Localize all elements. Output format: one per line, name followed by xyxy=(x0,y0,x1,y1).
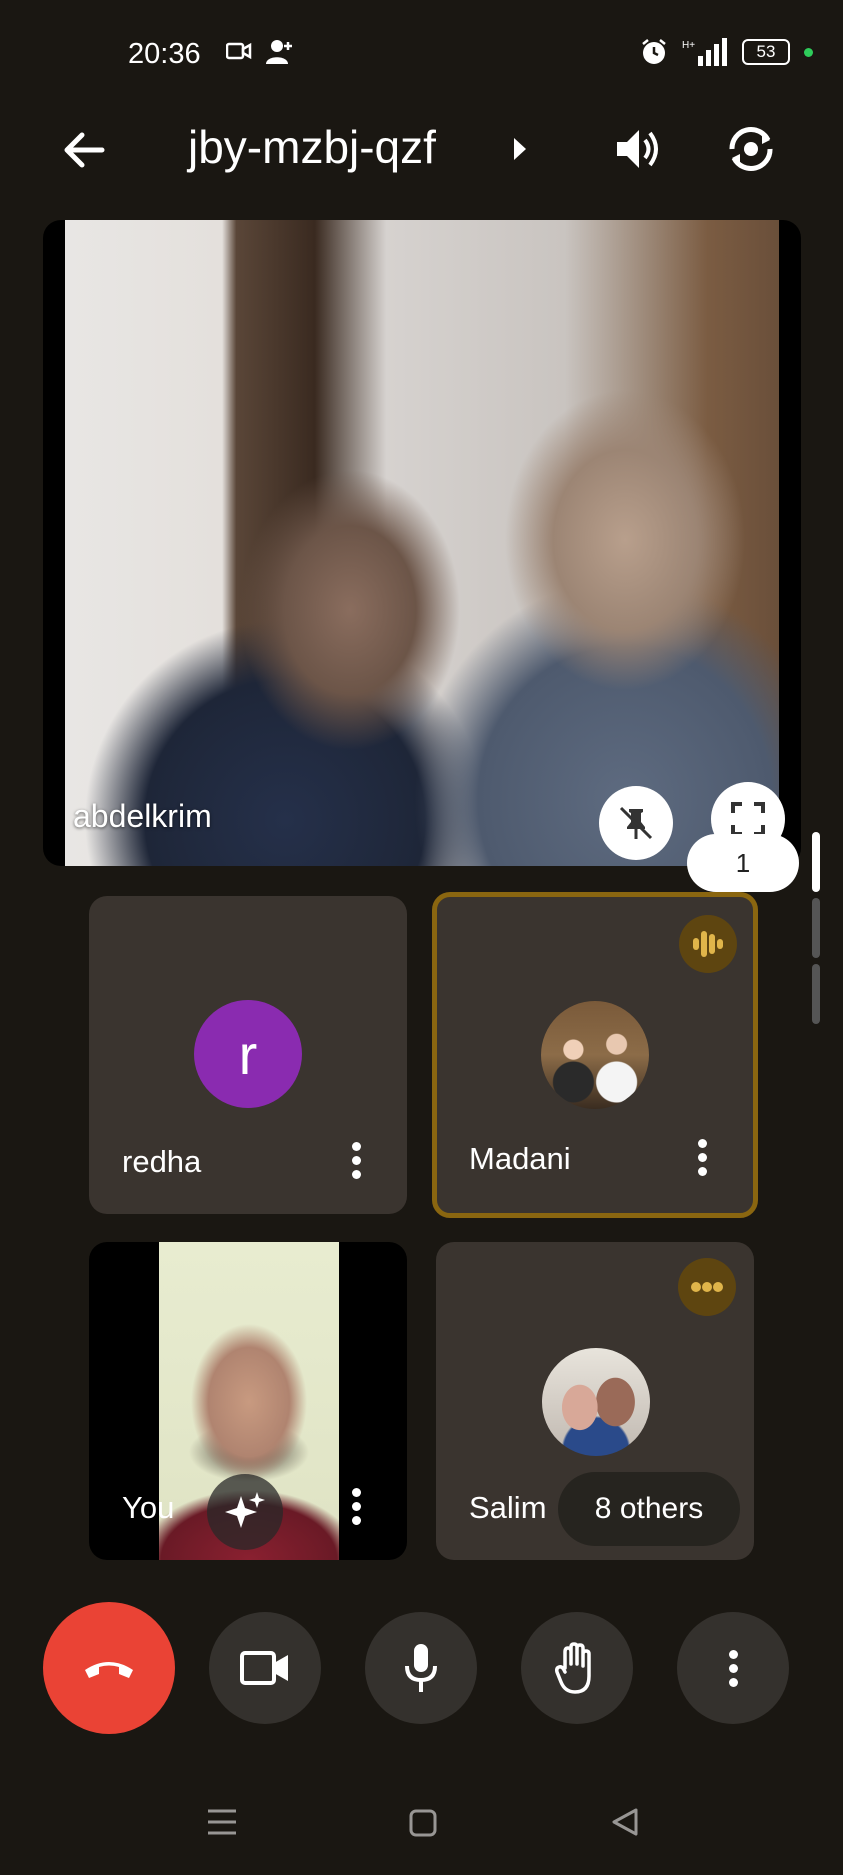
participant-tile-salim[interactable]: Salim 8 others xyxy=(436,1242,754,1560)
sparkle-icon xyxy=(225,1492,265,1528)
participant-tile-madani[interactable]: Madani xyxy=(432,892,758,1218)
participant-name: redha xyxy=(122,1144,202,1179)
switch-camera-icon[interactable] xyxy=(724,122,778,176)
status-left-icons xyxy=(226,38,294,64)
participant-name: Madani xyxy=(469,1141,571,1176)
microphone-button[interactable] xyxy=(365,1612,477,1724)
page-indicator-active xyxy=(812,832,820,892)
more-options-icon[interactable] xyxy=(351,1142,361,1179)
unpin-button[interactable] xyxy=(599,786,673,860)
fullscreen-icon xyxy=(731,802,765,836)
page-indicator xyxy=(812,898,820,958)
unpin-icon xyxy=(619,806,653,840)
raise-hand-icon xyxy=(555,1642,591,1694)
more-options-icon xyxy=(728,1649,738,1687)
privacy-dot xyxy=(804,47,813,57)
participant-tile-self[interactable]: You xyxy=(89,1242,407,1560)
status-right-icons: H+ 53 xyxy=(640,38,813,66)
camera-button[interactable] xyxy=(209,1612,321,1724)
alarm-icon xyxy=(642,39,666,64)
page-indicator xyxy=(812,964,820,1024)
home-icon[interactable] xyxy=(408,1808,438,1838)
audio-level-icon xyxy=(693,931,723,957)
others-count-badge[interactable]: 8 others xyxy=(558,1472,740,1546)
participant-name: You xyxy=(122,1490,175,1525)
avatar xyxy=(542,1348,650,1456)
chevron-right-icon[interactable] xyxy=(512,136,528,162)
more-options-icon[interactable] xyxy=(697,1139,707,1176)
add-person-icon xyxy=(266,40,292,64)
end-call-icon xyxy=(85,1662,133,1678)
effects-button[interactable] xyxy=(207,1474,283,1550)
stack-count[interactable]: 1 xyxy=(687,834,799,892)
main-video-tile[interactable]: abdelkrim xyxy=(43,220,801,866)
speaker-icon[interactable] xyxy=(612,124,662,174)
participant-name: abdelkrim xyxy=(73,798,212,834)
participant-tile-redha[interactable]: r redha xyxy=(89,896,407,1214)
raise-hand-button[interactable] xyxy=(521,1612,633,1724)
more-options-button[interactable] xyxy=(677,1612,789,1724)
avatar: r xyxy=(194,1000,302,1108)
status-time: 20:36 xyxy=(128,38,201,70)
participant-name: Salim xyxy=(469,1490,547,1525)
participant-video xyxy=(65,220,779,866)
back-arrow-icon[interactable] xyxy=(62,128,106,172)
more-options-icon[interactable] xyxy=(351,1488,361,1525)
speaking-indicator xyxy=(679,915,737,973)
battery-icon: 53 xyxy=(742,39,790,65)
avatar xyxy=(541,1001,649,1109)
microphone-icon xyxy=(405,1644,437,1692)
camera-icon xyxy=(240,1651,288,1685)
speaking-indicator xyxy=(678,1258,736,1316)
meeting-code[interactable]: jby-mzbj-qzf xyxy=(188,120,436,174)
signal-icon: H+ xyxy=(682,38,727,66)
end-call-button[interactable] xyxy=(43,1602,175,1734)
svg-text:H+: H+ xyxy=(682,40,695,51)
menu-icon[interactable] xyxy=(206,1808,238,1836)
more-dots-icon xyxy=(691,1282,723,1292)
back-icon[interactable] xyxy=(610,1806,640,1838)
video-call-icon xyxy=(226,42,252,60)
